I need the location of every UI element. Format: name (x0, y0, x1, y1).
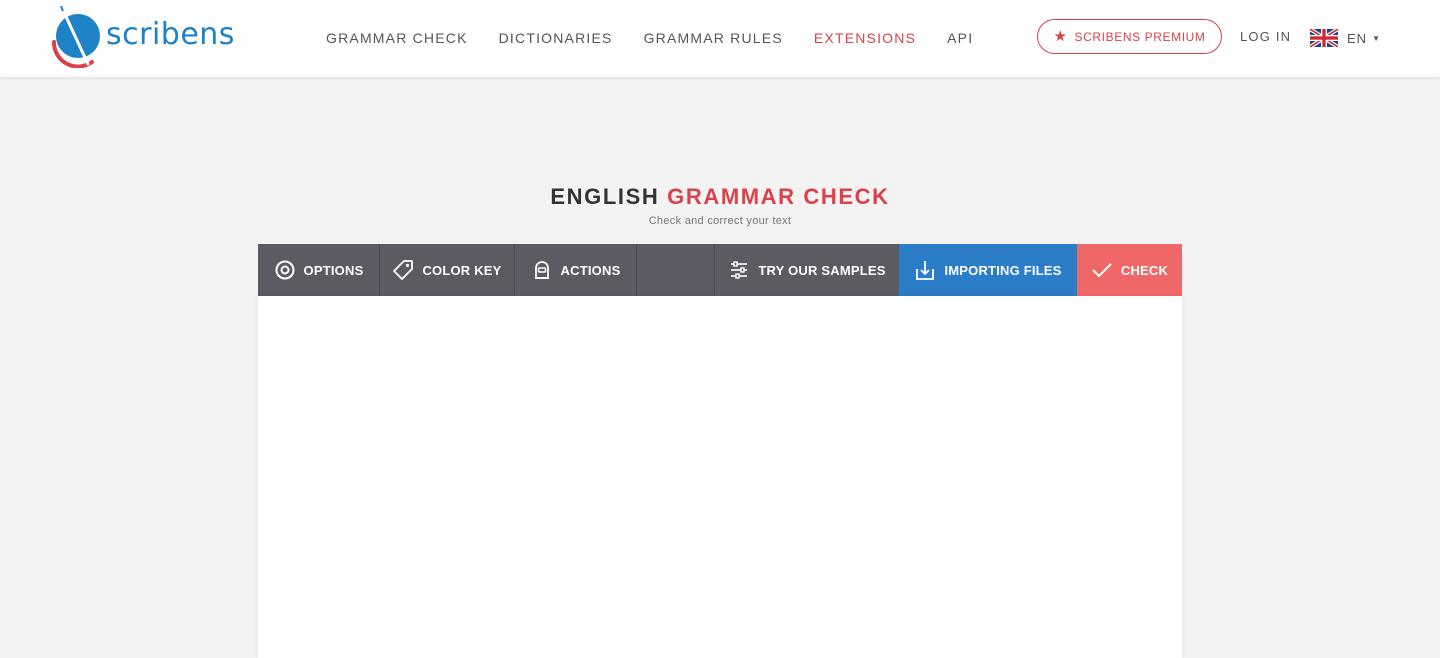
scribens-logo-icon (51, 6, 100, 68)
actions-label: Actions (560, 262, 621, 278)
uk-flag-icon (1310, 29, 1338, 47)
nav-api[interactable]: API (947, 30, 973, 46)
login-link[interactable]: Log in (1240, 29, 1291, 44)
robot-icon (534, 261, 549, 279)
page-subtitle: Check and correct your text (648, 215, 792, 227)
nav-extensions[interactable]: Extensions (814, 30, 916, 46)
editor-toolbar: Options Color Key Actions Try our sample… (258, 244, 1182, 296)
tag-icon (393, 260, 414, 280)
gear-icon (275, 260, 295, 280)
text-editor-input[interactable] (258, 296, 1182, 658)
nav-dictionaries[interactable]: Dictionaries (499, 30, 613, 46)
try-samples-label: Try our samples (758, 262, 886, 278)
language-code: EN (1347, 30, 1368, 46)
star-icon: ★ (1053, 28, 1068, 45)
try-samples-button[interactable]: Try our samples (715, 244, 899, 296)
options-label: Options (303, 262, 364, 278)
importing-files-button[interactable]: Importing files (899, 244, 1077, 296)
color-key-button[interactable]: Color Key (380, 244, 515, 296)
actions-button[interactable]: Actions (515, 244, 637, 296)
title-language: ENGLISH (550, 184, 660, 209)
nav-grammar-check[interactable]: Grammar Check (326, 30, 468, 46)
checkmark-icon (1092, 263, 1112, 278)
premium-label: Scribens Premium (1074, 29, 1206, 44)
toolbar-spacer (637, 244, 715, 296)
site-header: scribens Grammar Check Dictionaries Gram… (0, 0, 1440, 78)
scribens-logo[interactable]: scribens (48, 6, 238, 68)
logo-text: scribens (106, 16, 235, 52)
nav-grammar-rules[interactable]: Grammar Rules (644, 30, 783, 46)
importing-files-label: Importing files (944, 262, 1062, 278)
color-key-label: Color Key (422, 262, 502, 278)
title-grammar-check: GRAMMAR CHECK (667, 184, 890, 209)
main-nav: Grammar Check Dictionaries Grammar Rules… (326, 28, 1004, 48)
check-button[interactable]: Check (1077, 244, 1182, 296)
page-title: ENGLISH GRAMMAR CHECK (0, 184, 1440, 210)
check-label: Check (1120, 262, 1169, 278)
chevron-down-icon: ▼ (1372, 33, 1380, 43)
premium-button[interactable]: ★ Scribens Premium (1037, 19, 1222, 54)
sliders-icon (731, 261, 748, 279)
language-selector[interactable]: EN ▼ (1310, 27, 1380, 49)
options-button[interactable]: Options (258, 244, 380, 296)
download-icon (916, 261, 935, 280)
